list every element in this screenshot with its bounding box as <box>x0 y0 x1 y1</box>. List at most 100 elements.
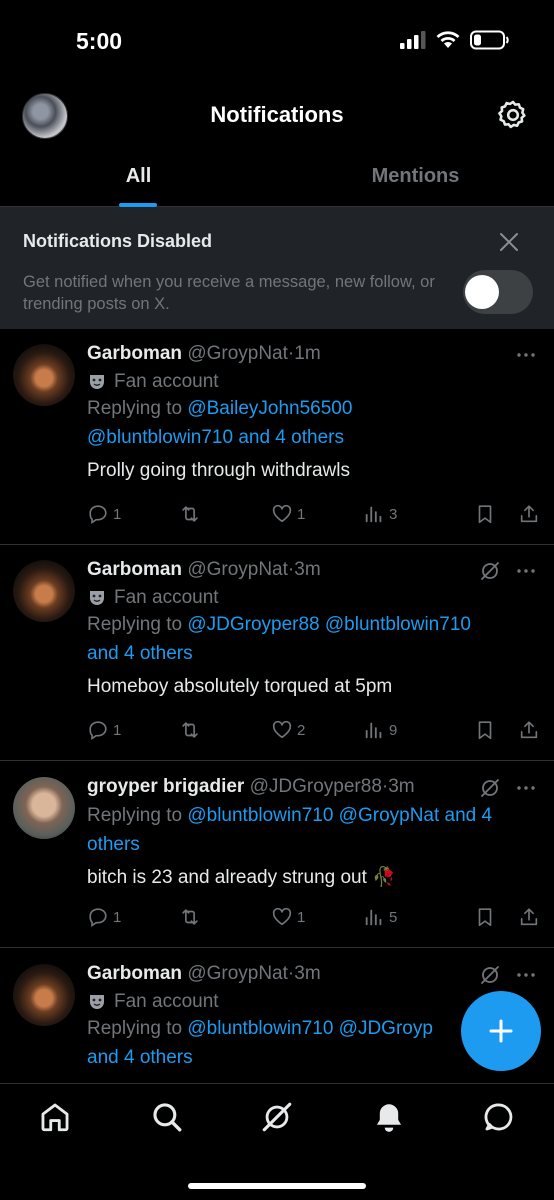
bell-icon[interactable] <box>372 1100 406 1134</box>
heart-icon <box>272 720 292 739</box>
mention-link[interactable]: @bluntblowin710 @JDGroyp <box>187 1018 433 1039</box>
tab-all-label: All <box>125 165 152 187</box>
masks-icon <box>90 591 104 605</box>
views-icon <box>365 722 382 739</box>
tab-mentions[interactable]: Mentions <box>277 152 554 207</box>
avatar[interactable] <box>13 560 75 622</box>
fan-account-badge: Fan account <box>87 587 536 609</box>
tweet-author-handle[interactable]: @JDGroyper88 <box>250 776 382 797</box>
list-item[interactable]: Garboman @GroypNat·3m Fan account Replyi… <box>0 545 554 761</box>
tweet-actions: 1 2 9 <box>87 716 540 744</box>
reply-count: 1 <box>113 721 122 739</box>
replying-prefix: Replying to <box>87 398 183 419</box>
tweet-time: 3m <box>388 776 415 797</box>
replying-to: Replying to @JDGroyper88 @bluntblowin710… <box>87 610 536 668</box>
fan-account-badge: Fan account <box>87 371 536 393</box>
masks-icon <box>90 375 104 389</box>
reply-button[interactable]: 1 <box>87 503 179 525</box>
mention-link[interactable]: @BaileyJohn56500 <box>187 398 352 419</box>
tweet-author-name[interactable]: Garboman <box>87 559 182 580</box>
like-button[interactable]: 1 <box>271 906 363 928</box>
message-icon[interactable] <box>482 1100 516 1134</box>
wifi-icon <box>436 31 460 48</box>
bookmark-icon[interactable] <box>474 906 496 928</box>
search-icon[interactable] <box>150 1100 184 1134</box>
tweet-end-actions <box>474 503 540 525</box>
reply-icon <box>89 505 107 524</box>
like-count: 2 <box>297 721 306 739</box>
avatar[interactable] <box>13 964 75 1026</box>
views-button[interactable]: 9 <box>363 719 455 741</box>
badge-label: Fan account <box>114 991 219 1012</box>
tab-all[interactable]: All <box>0 152 277 207</box>
like-button[interactable]: 1 <box>271 503 363 525</box>
tweet-author-name[interactable]: groyper brigadier <box>87 776 244 797</box>
view-count: 9 <box>389 721 398 739</box>
bookmark-icon[interactable] <box>474 719 496 741</box>
compose-button[interactable] <box>461 991 541 1071</box>
tweet-time: 3m <box>294 963 321 984</box>
mention-link[interactable]: @JDGroyper88 @bluntblowin710 <box>187 614 471 635</box>
notifications-disabled-banner: Notifications Disabled Get notified when… <box>0 207 554 329</box>
tweet-body: Garboman @GroypNat·1m Fan account Replyi… <box>87 342 536 483</box>
repost-button[interactable] <box>179 503 271 525</box>
banner-title: Notifications Disabled <box>23 231 213 251</box>
share-icon[interactable] <box>518 503 540 525</box>
tweet-author-handle[interactable]: @GroypNat <box>187 559 288 580</box>
bookmark-icon[interactable] <box>474 503 496 525</box>
reply-count: 1 <box>113 908 122 926</box>
tweet-author-handle[interactable]: @GroypNat <box>187 963 288 984</box>
tweet-author-name[interactable]: Garboman <box>87 963 182 984</box>
grok-icon[interactable] <box>260 1100 294 1134</box>
header: Notifications <box>0 80 554 152</box>
tweet-end-actions <box>474 719 540 741</box>
like-count: 1 <box>297 908 306 926</box>
signal-icon <box>400 31 426 49</box>
status-bar: 5:00 <box>0 0 554 80</box>
page-title: Notifications <box>210 102 344 127</box>
like-count: 1 <box>297 505 306 523</box>
views-icon <box>365 506 382 523</box>
list-item[interactable]: groyper brigadier @JDGroyper88·3m Replyi… <box>0 761 554 948</box>
avatar[interactable] <box>13 344 75 406</box>
mention-link-others[interactable]: and 4 others <box>87 643 193 664</box>
repost-button[interactable] <box>179 719 271 741</box>
avatar[interactable] <box>13 777 75 839</box>
wilted-rose-icon: 🥀 <box>372 867 396 888</box>
tweet-header: Garboman @GroypNat·1m <box>87 342 536 366</box>
mention-link-others[interactable]: others <box>87 834 140 855</box>
mention-link-others[interactable]: and 4 others <box>87 1047 193 1068</box>
replying-to: Replying to @bluntblowin710 @GroypNat an… <box>87 801 536 859</box>
list-item[interactable]: Garboman @GroypNat·1m Fan account Replyi… <box>0 329 554 545</box>
tweet-header: Garboman @GroypNat·3m <box>87 962 536 986</box>
replying-to: Replying to @BaileyJohn56500 @bluntblowi… <box>87 394 536 452</box>
tweet-end-actions <box>474 906 540 928</box>
notifications-toggle[interactable] <box>463 270 533 314</box>
gear-icon[interactable] <box>496 98 530 132</box>
masks-icon <box>90 995 104 1009</box>
view-count: 3 <box>389 505 398 523</box>
reply-icon <box>89 908 107 927</box>
badge-label: Fan account <box>114 587 219 608</box>
share-icon[interactable] <box>518 906 540 928</box>
share-icon[interactable] <box>518 719 540 741</box>
tweet-author-name[interactable]: Garboman <box>87 343 182 364</box>
reply-button[interactable]: 1 <box>87 719 179 741</box>
tweet-body: groyper brigadier @JDGroyper88·3m Replyi… <box>87 775 536 890</box>
replying-prefix: Replying to <box>87 614 183 635</box>
reply-button[interactable]: 1 <box>87 906 179 928</box>
views-button[interactable]: 3 <box>363 503 455 525</box>
replying-prefix: Replying to <box>87 805 183 826</box>
tweet-text-content: bitch is 23 and already strung out <box>87 867 367 888</box>
replying-prefix: Replying to <box>87 1018 183 1039</box>
views-button[interactable]: 5 <box>363 906 455 928</box>
mention-link[interactable]: @bluntblowin710 @GroypNat and 4 <box>187 805 492 826</box>
tweet-header: Garboman @GroypNat·3m <box>87 558 536 582</box>
repost-button[interactable] <box>179 906 271 928</box>
close-icon[interactable] <box>498 231 520 253</box>
home-icon[interactable] <box>38 1100 72 1134</box>
tweet-time: 3m <box>294 559 321 580</box>
tweet-author-handle[interactable]: @GroypNat <box>187 343 288 364</box>
mention-link-others[interactable]: @bluntblowin710 and 4 others <box>87 427 344 448</box>
like-button[interactable]: 2 <box>271 719 363 741</box>
